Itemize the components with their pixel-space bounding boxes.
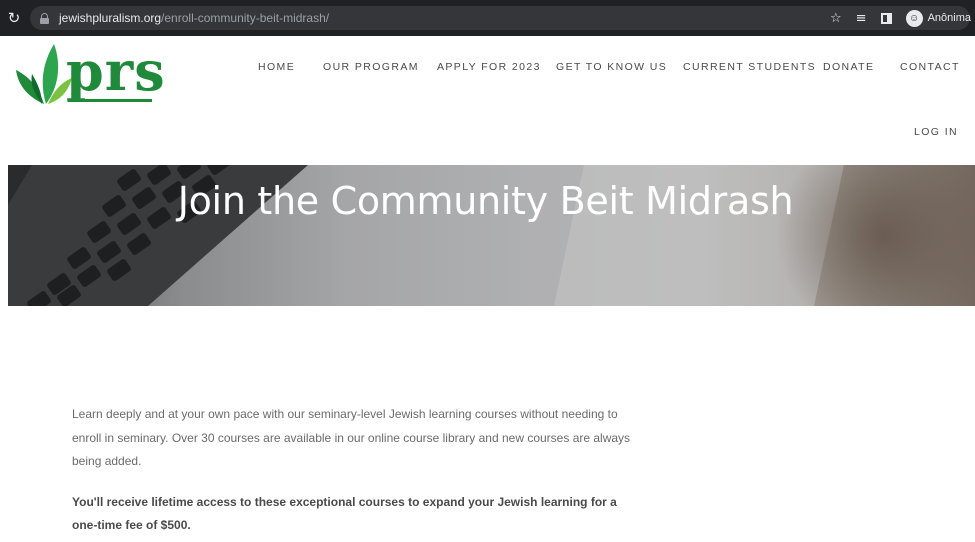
leaf-logo-icon <box>16 44 72 104</box>
main-nav: HOME OUR PROGRAM APPLY FOR 2023 GET TO K… <box>0 61 975 75</box>
intro-paragraph: Learn deeply and at your own pace with o… <box>72 407 631 468</box>
toolbar-actions: ☆ ≡ ☺ Anônima <box>830 0 975 36</box>
site-logo[interactable]: prs <box>16 44 165 108</box>
reading-list-icon[interactable]: ≡ <box>856 11 867 26</box>
side-panel-icon[interactable] <box>880 12 892 24</box>
nav-get-to-know-us[interactable]: GET TO KNOW US <box>556 61 667 73</box>
pricing-paragraph: You'll receive lifetime access to these … <box>72 494 617 533</box>
main-content: Learn deeply and at your own pace with o… <box>72 403 672 538</box>
profile-name: Anônima <box>927 12 971 24</box>
page-title: Join the Community Beit Midrash <box>177 179 794 223</box>
profile-icon: ☺ <box>905 9 923 27</box>
url-domain: jewishpluralism.org <box>59 11 162 25</box>
nav-our-program[interactable]: OUR PROGRAM <box>323 61 419 73</box>
logo-underline <box>68 99 152 102</box>
nav-donate[interactable]: DONATE <box>823 61 874 73</box>
profile-button[interactable]: ☺ Anônima <box>905 9 971 27</box>
nav-contact[interactable]: CONTACT <box>900 61 960 73</box>
lock-icon[interactable] <box>40 12 49 24</box>
star-icon[interactable]: ☆ <box>830 11 842 26</box>
reload-icon[interactable]: ↻ <box>0 0 28 36</box>
browser-toolbar: ↻ jewishpluralism.org/enroll-community-b… <box>0 0 975 36</box>
nav-current-students[interactable]: CURRENT STUDENTS <box>683 61 816 73</box>
url-text[interactable]: jewishpluralism.org/enroll-community-bei… <box>59 11 329 25</box>
nav-apply[interactable]: APPLY FOR 2023 <box>437 61 541 73</box>
nav-home[interactable]: HOME <box>258 61 295 73</box>
nav-login[interactable]: LOG IN <box>914 126 958 138</box>
url-path: /enroll-community-beit-midrash/ <box>161 11 330 25</box>
address-bar[interactable]: jewishpluralism.org/enroll-community-bei… <box>30 6 970 30</box>
hero-banner: Join the Community Beit Midrash <box>8 165 975 306</box>
